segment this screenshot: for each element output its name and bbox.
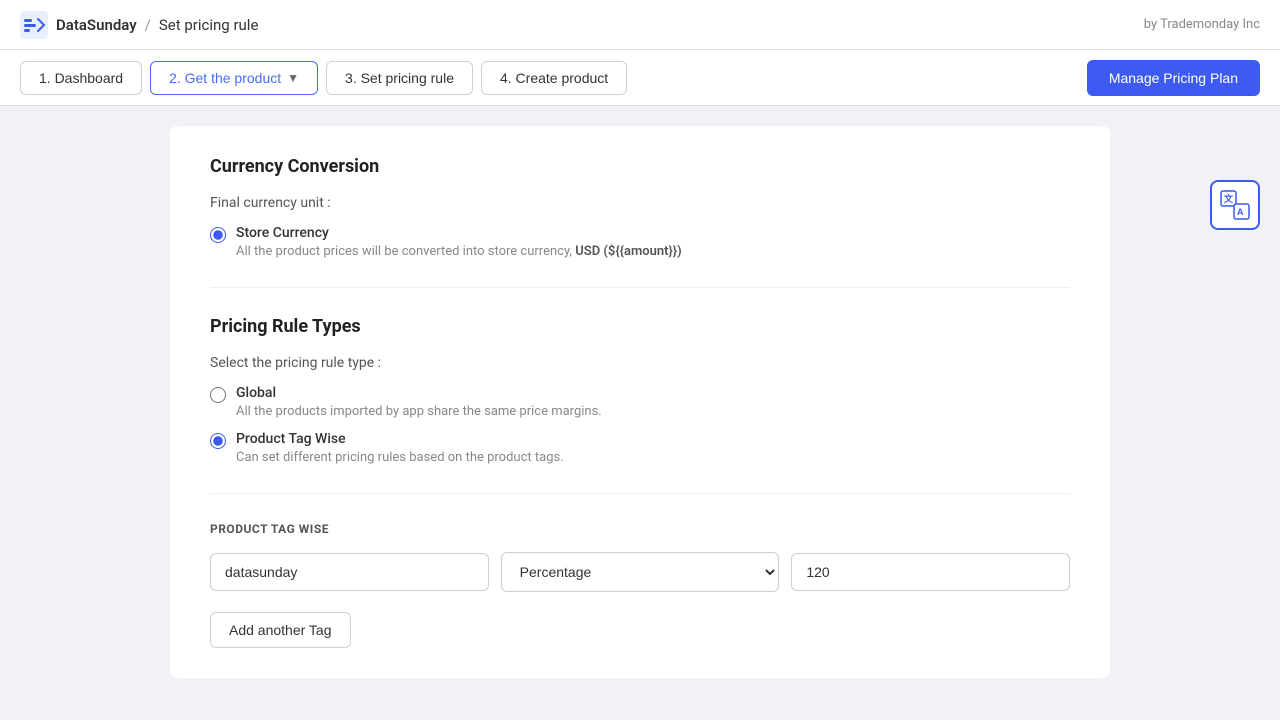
tag-name-input[interactable] — [210, 553, 489, 591]
app-name: DataSunday — [56, 16, 137, 34]
global-content: Global All the products imported by app … — [236, 385, 602, 419]
topbar: DataSunday / Set pricing rule by Trademo… — [0, 0, 1280, 50]
global-radio[interactable] — [210, 387, 226, 403]
step-dashboard-label: 1. Dashboard — [39, 70, 123, 86]
dropdown-arrow-icon: ▼ — [287, 71, 299, 85]
step-create-product-label: 4. Create product — [500, 70, 608, 86]
app-logo-icon — [20, 11, 48, 39]
step-dashboard-button[interactable]: 1. Dashboard — [20, 61, 142, 95]
pricing-type-select[interactable]: Percentage Fixed Markup — [501, 552, 780, 592]
add-another-tag-button[interactable]: Add another Tag — [210, 612, 351, 648]
content-card: Currency Conversion Final currency unit … — [170, 126, 1110, 678]
svg-text:A: A — [1237, 207, 1244, 217]
step-set-pricing-label: 3. Set pricing rule — [345, 70, 454, 86]
currency-radio-group: Store Currency All the product prices wi… — [210, 225, 1070, 259]
step-create-product-button[interactable]: 4. Create product — [481, 61, 627, 95]
pricing-rule-types-section: Pricing Rule Types Select the pricing ru… — [210, 316, 1070, 465]
store-currency-option: Store Currency All the product prices wi… — [210, 225, 1070, 259]
product-tag-wise-content: Product Tag Wise Can set different prici… — [236, 431, 564, 465]
store-currency-radio[interactable] — [210, 227, 226, 243]
step-get-product-button[interactable]: 2. Get the product ▼ — [150, 61, 318, 95]
product-tag-wise-label[interactable]: Product Tag Wise — [236, 431, 346, 447]
store-currency-desc: All the product prices will be converted… — [236, 244, 682, 259]
product-tag-wise-option: Product Tag Wise Can set different prici… — [210, 431, 1070, 465]
section-divider-2 — [210, 493, 1070, 494]
currency-conversion-section: Currency Conversion Final currency unit … — [210, 156, 1070, 259]
global-desc: All the products imported by app share t… — [236, 404, 602, 419]
tag-row: Percentage Fixed Markup — [210, 552, 1070, 592]
currency-field-label: Final currency unit : — [210, 195, 1070, 211]
global-label[interactable]: Global — [236, 385, 276, 401]
global-option: Global All the products imported by app … — [210, 385, 1070, 419]
pricing-rule-radio-group: Global All the products imported by app … — [210, 385, 1070, 465]
product-tag-wise-radio[interactable] — [210, 433, 226, 449]
store-currency-label[interactable]: Store Currency — [236, 225, 329, 241]
step-get-product-label: 2. Get the product — [169, 70, 281, 86]
translate-svg-icon: 文 A — [1220, 190, 1250, 220]
currency-section-title: Currency Conversion — [210, 156, 1070, 177]
amount-input[interactable] — [791, 553, 1070, 591]
breadcrumb-current: Set pricing rule — [159, 16, 259, 34]
manage-pricing-plan-button[interactable]: Manage Pricing Plan — [1087, 60, 1260, 96]
store-currency-content: Store Currency All the product prices wi… — [236, 225, 682, 259]
store-currency-desc-bold: USD (${{amount}}) — [575, 244, 681, 259]
pricing-rule-section-title: Pricing Rule Types — [210, 316, 1070, 337]
section-divider-1 — [210, 287, 1070, 288]
main-content: Currency Conversion Final currency unit … — [0, 106, 1280, 698]
product-tag-wise-desc: Can set different pricing rules based on… — [236, 450, 564, 465]
step-set-pricing-button[interactable]: 3. Set pricing rule — [326, 61, 473, 95]
translate-icon-button[interactable]: 文 A — [1210, 180, 1260, 230]
breadcrumb-separator: / — [145, 16, 151, 34]
product-tag-wise-section: PRODUCT TAG WISE Percentage Fixed Markup… — [210, 522, 1070, 648]
svg-text:文: 文 — [1223, 193, 1234, 204]
topbar-by-text: by Trademonday Inc — [1144, 17, 1260, 32]
topbar-left: DataSunday / Set pricing rule — [20, 11, 258, 39]
pricing-rule-field-label: Select the pricing rule type : — [210, 355, 1070, 371]
product-tag-section-label: PRODUCT TAG WISE — [210, 522, 1070, 536]
step-tabs-left: 1. Dashboard 2. Get the product ▼ 3. Set… — [20, 61, 627, 95]
store-currency-desc-text: All the product prices will be converted… — [236, 244, 575, 259]
step-tabs: 1. Dashboard 2. Get the product ▼ 3. Set… — [0, 50, 1280, 106]
